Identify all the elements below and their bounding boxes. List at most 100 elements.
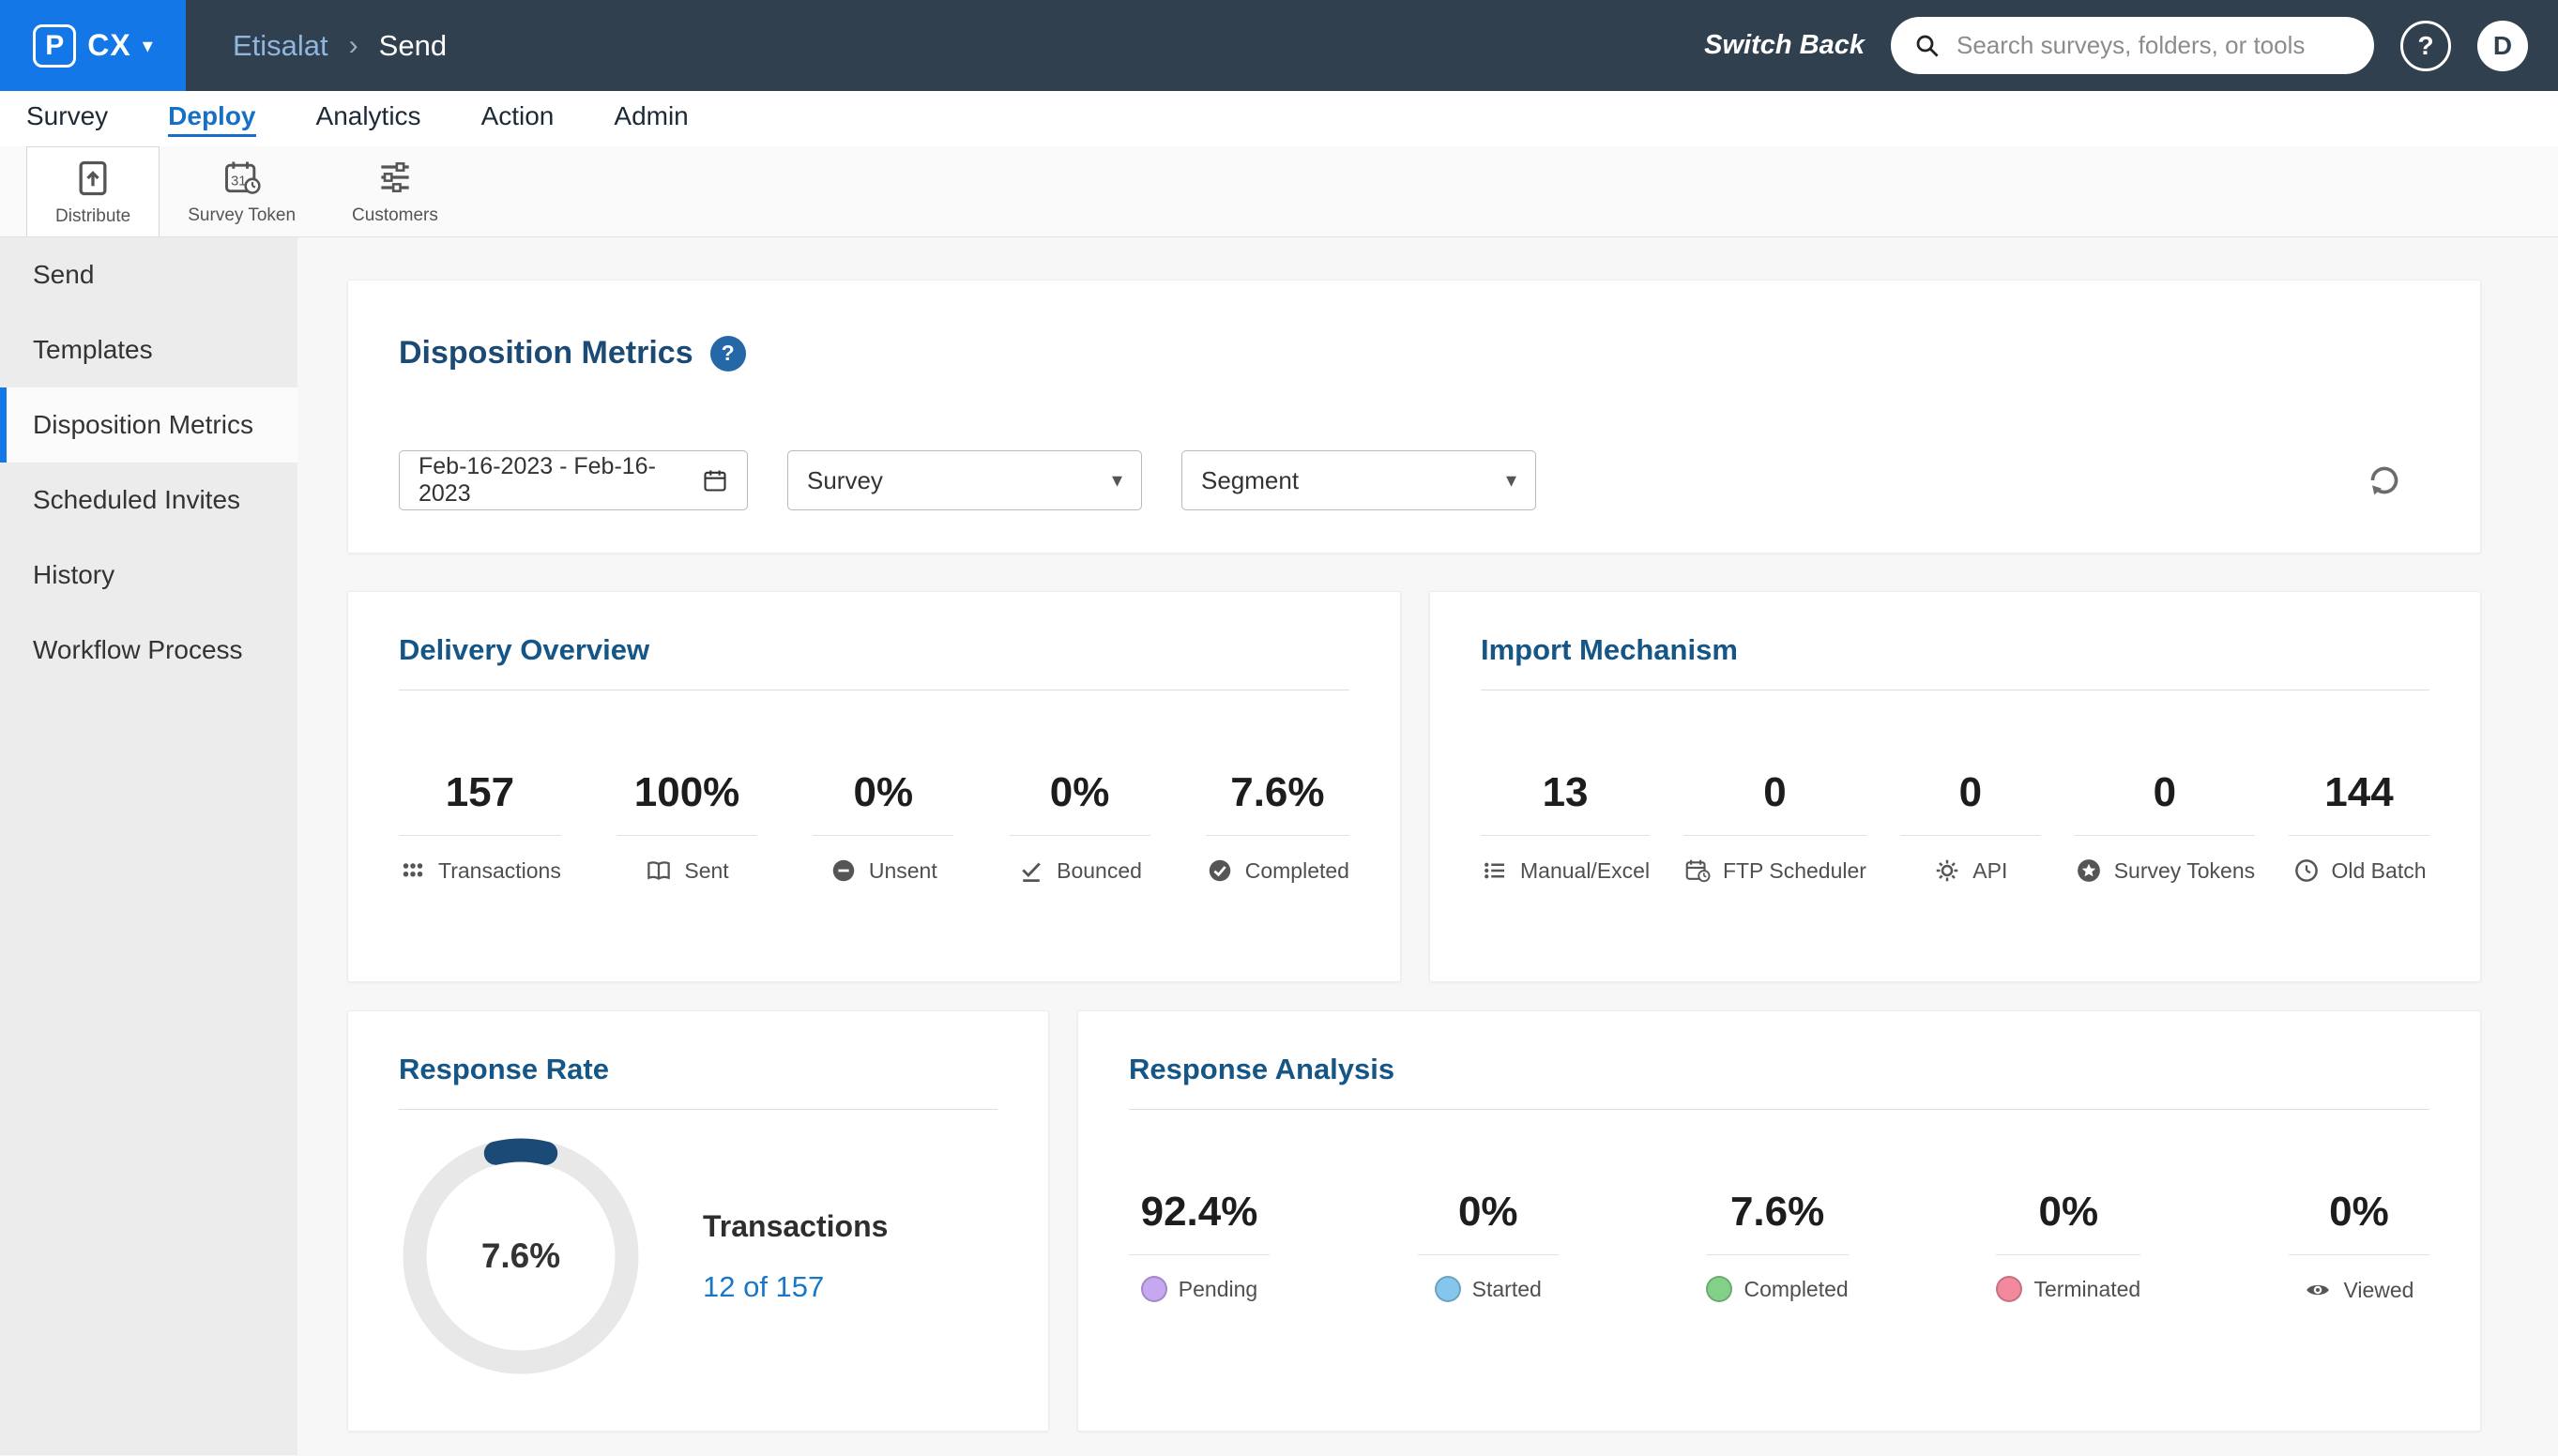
overview-row: Delivery Overview 157 Transactions 100% … bbox=[347, 591, 2558, 982]
app-logo[interactable]: P CX ▾ bbox=[0, 0, 186, 91]
filter-row: Feb-16-2023 - Feb-16-2023 Survey ▾ Segme… bbox=[399, 450, 2429, 510]
divider bbox=[1899, 835, 2041, 836]
stat-label: Unsent bbox=[868, 857, 937, 883]
response-rate-text: Transactions 12 of 157 bbox=[703, 1209, 888, 1304]
sidebar-item-disposition-metrics[interactable]: Disposition Metrics bbox=[0, 387, 297, 463]
chevron-down-icon: ▾ bbox=[1505, 468, 1516, 492]
stat-label: Completed bbox=[1244, 857, 1349, 883]
donut-percent-label: 7.6% bbox=[480, 1236, 561, 1275]
customers-icon bbox=[381, 162, 409, 192]
logo-label: CX bbox=[87, 28, 131, 62]
breadcrumb: Etisalat › Send bbox=[233, 29, 447, 63]
search-box[interactable] bbox=[1891, 17, 2374, 74]
list-icon bbox=[1485, 862, 1504, 879]
chevron-down-icon: ▾ bbox=[142, 33, 153, 57]
divider bbox=[2289, 835, 2429, 836]
divider bbox=[1205, 835, 1349, 836]
stat-label: Bounced bbox=[1057, 857, 1142, 883]
date-range-field[interactable]: Feb-16-2023 - Feb-16-2023 bbox=[399, 450, 748, 510]
help-icon[interactable]: ? bbox=[709, 335, 746, 372]
deploy-toolbar: Distribute 31 Survey Token Customers bbox=[0, 146, 2558, 237]
divider bbox=[617, 835, 758, 836]
survey-select[interactable]: Survey ▾ bbox=[787, 450, 1142, 510]
divider bbox=[1996, 1254, 2141, 1255]
stat-label: Transactions bbox=[438, 857, 561, 883]
calendar-icon bbox=[704, 470, 726, 492]
stat-transactions: 157 Transactions bbox=[399, 769, 561, 885]
stat-label: Sent bbox=[684, 857, 729, 883]
stat-sent: 100% Sent bbox=[617, 769, 758, 885]
stat-ftp-scheduler: 0 FTP Scheduler bbox=[1682, 769, 1866, 885]
divider bbox=[2074, 835, 2256, 836]
stat-label: FTP Scheduler bbox=[1722, 857, 1866, 883]
import-stats-row: 13 Manual/Excel 0 FTP Scheduler 0 API 0 … bbox=[1481, 769, 2429, 885]
stat-value: 100% bbox=[633, 769, 740, 815]
stat-label: Old Batch bbox=[2331, 857, 2427, 883]
stat-analysis-completed: 7.6% Completed bbox=[1706, 1189, 1849, 1304]
tool-customers[interactable]: Customers bbox=[324, 146, 466, 236]
divider bbox=[1129, 1109, 2429, 1110]
survey-select-value: Survey bbox=[807, 465, 883, 494]
segment-select[interactable]: Segment ▾ bbox=[1181, 450, 1536, 510]
sidebar-item-workflow-process[interactable]: Workflow Process bbox=[0, 613, 297, 688]
minus-circle-icon bbox=[832, 859, 855, 882]
response-rate-content: 7.6% Transactions 12 of 157 bbox=[399, 1134, 997, 1378]
stat-api: 0 API bbox=[1899, 769, 2041, 885]
topbar-right: Switch Back ? D bbox=[1704, 17, 2558, 74]
nav-item-admin[interactable]: Admin bbox=[614, 101, 688, 137]
stat-pending: 92.4% Pending bbox=[1129, 1189, 1270, 1304]
stat-value: 7.6% bbox=[1230, 769, 1325, 815]
stat-label: Viewed bbox=[2343, 1277, 2414, 1302]
help-button[interactable]: ? bbox=[2400, 20, 2451, 71]
nav-item-analytics[interactable]: Analytics bbox=[316, 101, 421, 137]
book-icon bbox=[647, 861, 671, 880]
tool-label: Survey Token bbox=[188, 205, 297, 225]
divider bbox=[1682, 835, 1866, 836]
sidebar-item-scheduled-invites[interactable]: Scheduled Invites bbox=[0, 463, 297, 538]
avatar[interactable]: D bbox=[2477, 20, 2528, 71]
nav-item-action[interactable]: Action bbox=[481, 101, 555, 137]
nav-item-deploy[interactable]: Deploy bbox=[168, 101, 256, 137]
main-content: Disposition Metrics ? Feb-16-2023 - Feb-… bbox=[297, 237, 2558, 1455]
sidebar: Send Templates Disposition Metrics Sched… bbox=[0, 237, 297, 1455]
sidebar-item-history[interactable]: History bbox=[0, 538, 297, 613]
breadcrumb-app[interactable]: Etisalat bbox=[233, 29, 328, 63]
stat-viewed: 0% Viewed bbox=[2288, 1189, 2429, 1304]
tool-distribute[interactable]: Distribute bbox=[26, 146, 160, 236]
nav-item-survey[interactable]: Survey bbox=[26, 101, 108, 137]
search-input[interactable] bbox=[1957, 31, 2352, 60]
distribute-icon bbox=[79, 160, 107, 195]
stat-unsent: 0% Unsent bbox=[813, 769, 954, 885]
divider bbox=[399, 835, 561, 836]
stat-old-batch: 144 Old Batch bbox=[2289, 769, 2429, 885]
sidebar-item-send[interactable]: Send bbox=[0, 237, 297, 312]
transactions-count-link[interactable]: 12 of 157 bbox=[703, 1270, 888, 1304]
body: Send Templates Disposition Metrics Sched… bbox=[0, 237, 2558, 1455]
stat-survey-tokens: 0 Survey Tokens bbox=[2074, 769, 2256, 885]
topbar: P CX ▾ Etisalat › Send Switch Back ? D bbox=[0, 0, 2558, 91]
sidebar-item-templates[interactable]: Templates bbox=[0, 312, 297, 387]
divider bbox=[2288, 1254, 2429, 1255]
stat-value: 0 bbox=[1958, 769, 1983, 815]
tool-survey-token[interactable]: 31 Survey Token bbox=[160, 146, 324, 236]
tool-label: Distribute bbox=[55, 205, 131, 226]
app-window: P CX ▾ Etisalat › Send Switch Back ? D S… bbox=[0, 0, 2558, 1456]
pending-dot-icon bbox=[1140, 1276, 1167, 1302]
stat-label: Survey Tokens bbox=[2113, 857, 2256, 883]
refresh-button[interactable] bbox=[2366, 462, 2403, 499]
disposition-metrics-card: Disposition Metrics ? Feb-16-2023 - Feb-… bbox=[347, 280, 2481, 554]
segment-select-value: Segment bbox=[1201, 465, 1300, 494]
analysis-stats-row: 92.4% Pending 0% Started 7.6% Completed … bbox=[1129, 1189, 2429, 1304]
stat-value: 13 bbox=[1542, 769, 1589, 815]
switch-back-link[interactable]: Switch Back bbox=[1704, 30, 1865, 61]
check-circle-icon bbox=[1209, 859, 1230, 882]
stat-value: 0 bbox=[2153, 769, 2177, 815]
tool-label: Customers bbox=[352, 205, 438, 225]
stat-label: Manual/Excel bbox=[1520, 857, 1651, 883]
divider bbox=[1481, 835, 1651, 836]
grid-icon bbox=[403, 863, 423, 877]
primary-nav: Survey Deploy Analytics Action Admin bbox=[0, 91, 2558, 146]
star-circle-icon bbox=[2077, 859, 2100, 882]
history-icon bbox=[2294, 859, 2318, 882]
stat-value: 157 bbox=[445, 769, 515, 815]
